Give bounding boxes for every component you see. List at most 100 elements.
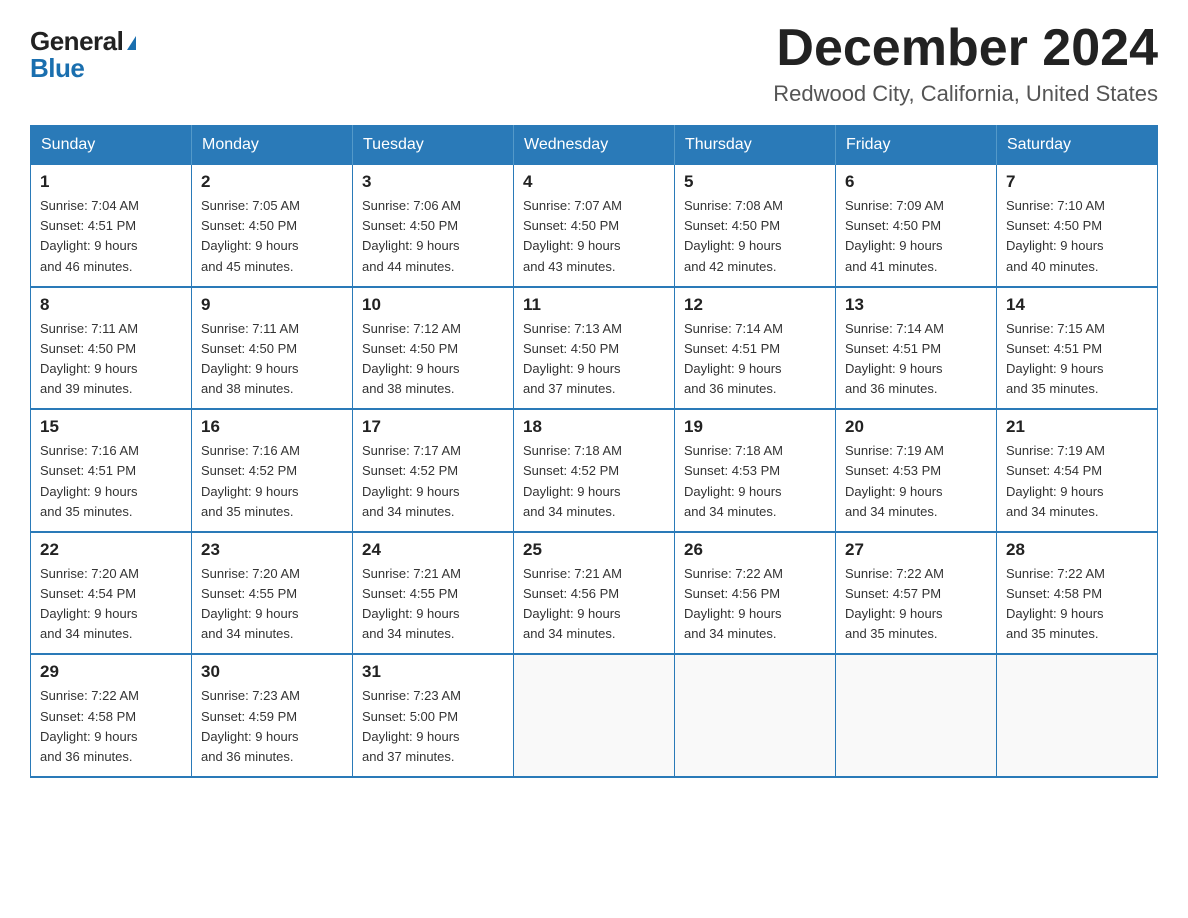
day-number: 2 [201, 172, 343, 192]
day-cell: 10 Sunrise: 7:12 AMSunset: 4:50 PMDayligh… [353, 287, 514, 410]
day-number: 8 [40, 295, 182, 315]
title-area: December 2024 Redwood City, California, … [773, 20, 1158, 107]
day-info: Sunrise: 7:21 AMSunset: 4:55 PMDaylight:… [362, 564, 504, 645]
day-info: Sunrise: 7:17 AMSunset: 4:52 PMDaylight:… [362, 441, 504, 522]
day-info: Sunrise: 7:11 AMSunset: 4:50 PMDaylight:… [201, 319, 343, 400]
day-cell: 6 Sunrise: 7:09 AMSunset: 4:50 PMDaylight… [836, 165, 997, 287]
header-thursday: Thursday [675, 126, 836, 165]
day-number: 11 [523, 295, 665, 315]
day-number: 29 [40, 662, 182, 682]
day-info: Sunrise: 7:16 AMSunset: 4:52 PMDaylight:… [201, 441, 343, 522]
day-info: Sunrise: 7:19 AMSunset: 4:53 PMDaylight:… [845, 441, 987, 522]
day-cell: 2 Sunrise: 7:05 AMSunset: 4:50 PMDaylight… [192, 165, 353, 287]
day-cell: 30 Sunrise: 7:23 AMSunset: 4:59 PMDayligh… [192, 654, 353, 777]
day-cell: 8 Sunrise: 7:11 AMSunset: 4:50 PMDaylight… [31, 287, 192, 410]
day-number: 19 [684, 417, 826, 437]
day-number: 10 [362, 295, 504, 315]
day-cell [997, 654, 1158, 777]
week-row-4: 22 Sunrise: 7:20 AMSunset: 4:54 PMDayligh… [31, 532, 1158, 655]
week-row-5: 29Sunrise: 7:22 AMSunset: 4:58 PMDayligh… [31, 654, 1158, 777]
day-number: 28 [1006, 540, 1148, 560]
day-cell: 3Sunrise: 7:06 AMSunset: 4:50 PMDaylight… [353, 165, 514, 287]
logo-triangle-icon [127, 36, 136, 50]
day-number: 17 [362, 417, 504, 437]
day-number: 6 [845, 172, 987, 192]
day-info: Sunrise: 7:16 AMSunset: 4:51 PMDaylight:… [40, 441, 182, 522]
day-cell: 12Sunrise: 7:14 AMSunset: 4:51 PMDayligh… [675, 287, 836, 410]
day-number: 25 [523, 540, 665, 560]
day-cell: 5Sunrise: 7:08 AMSunset: 4:50 PMDaylight… [675, 165, 836, 287]
day-number: 20 [845, 417, 987, 437]
day-info: Sunrise: 7:22 AMSunset: 4:58 PMDaylight:… [1006, 564, 1148, 645]
day-number: 12 [684, 295, 826, 315]
day-number: 1 [40, 172, 182, 192]
day-info: Sunrise: 7:23 AMSunset: 5:00 PMDaylight:… [362, 686, 504, 767]
day-info: Sunrise: 7:20 AMSunset: 4:54 PMDaylight:… [40, 564, 182, 645]
day-info: Sunrise: 7:23 AMSunset: 4:59 PMDaylight:… [201, 686, 343, 767]
day-number: 21 [1006, 417, 1148, 437]
day-number: 5 [684, 172, 826, 192]
day-info: Sunrise: 7:07 AMSunset: 4:50 PMDaylight:… [523, 196, 665, 277]
day-info: Sunrise: 7:15 AMSunset: 4:51 PMDaylight:… [1006, 319, 1148, 400]
day-number: 3 [362, 172, 504, 192]
day-number: 26 [684, 540, 826, 560]
day-cell: 9 Sunrise: 7:11 AMSunset: 4:50 PMDaylight… [192, 287, 353, 410]
day-cell: 29Sunrise: 7:22 AMSunset: 4:58 PMDayligh… [31, 654, 192, 777]
header-row: SundayMondayTuesdayWednesdayThursdayFrid… [31, 126, 1158, 165]
day-info: Sunrise: 7:18 AMSunset: 4:53 PMDaylight:… [684, 441, 826, 522]
day-number: 7 [1006, 172, 1148, 192]
day-info: Sunrise: 7:12 AMSunset: 4:50 PMDaylight:… [362, 319, 504, 400]
header-sunday: Sunday [31, 126, 192, 165]
day-cell: 15 Sunrise: 7:16 AMSunset: 4:51 PMDayligh… [31, 409, 192, 532]
day-cell: 21 Sunrise: 7:19 AMSunset: 4:54 PMDayligh… [997, 409, 1158, 532]
day-number: 24 [362, 540, 504, 560]
day-cell: 14Sunrise: 7:15 AMSunset: 4:51 PMDayligh… [997, 287, 1158, 410]
day-info: Sunrise: 7:13 AMSunset: 4:50 PMDaylight:… [523, 319, 665, 400]
day-number: 23 [201, 540, 343, 560]
day-info: Sunrise: 7:14 AMSunset: 4:51 PMDaylight:… [845, 319, 987, 400]
day-number: 16 [201, 417, 343, 437]
day-cell: 11 Sunrise: 7:13 AMSunset: 4:50 PMDayligh… [514, 287, 675, 410]
header-saturday: Saturday [997, 126, 1158, 165]
day-info: Sunrise: 7:05 AMSunset: 4:50 PMDaylight:… [201, 196, 343, 277]
day-info: Sunrise: 7:19 AMSunset: 4:54 PMDaylight:… [1006, 441, 1148, 522]
day-cell: 17 Sunrise: 7:17 AMSunset: 4:52 PMDayligh… [353, 409, 514, 532]
day-info: Sunrise: 7:11 AMSunset: 4:50 PMDaylight:… [40, 319, 182, 400]
day-cell: 4Sunrise: 7:07 AMSunset: 4:50 PMDaylight… [514, 165, 675, 287]
header-tuesday: Tuesday [353, 126, 514, 165]
day-cell: 20 Sunrise: 7:19 AMSunset: 4:53 PMDayligh… [836, 409, 997, 532]
day-cell: 28 Sunrise: 7:22 AMSunset: 4:58 PMDayligh… [997, 532, 1158, 655]
day-cell: 22 Sunrise: 7:20 AMSunset: 4:54 PMDayligh… [31, 532, 192, 655]
day-info: Sunrise: 7:09 AMSunset: 4:50 PMDaylight:… [845, 196, 987, 277]
day-info: Sunrise: 7:04 AMSunset: 4:51 PMDaylight:… [40, 196, 182, 277]
day-number: 27 [845, 540, 987, 560]
day-cell: 16 Sunrise: 7:16 AMSunset: 4:52 PMDayligh… [192, 409, 353, 532]
week-row-2: 8 Sunrise: 7:11 AMSunset: 4:50 PMDaylight… [31, 287, 1158, 410]
day-cell: 1 Sunrise: 7:04 AMSunset: 4:51 PMDaylight… [31, 165, 192, 287]
day-cell: 24 Sunrise: 7:21 AMSunset: 4:55 PMDayligh… [353, 532, 514, 655]
day-number: 15 [40, 417, 182, 437]
logo: General Blue [30, 20, 136, 82]
header-wednesday: Wednesday [514, 126, 675, 165]
calendar-body: 1 Sunrise: 7:04 AMSunset: 4:51 PMDaylight… [31, 165, 1158, 777]
day-cell: 27Sunrise: 7:22 AMSunset: 4:57 PMDayligh… [836, 532, 997, 655]
day-info: Sunrise: 7:22 AMSunset: 4:56 PMDaylight:… [684, 564, 826, 645]
logo-line2: Blue [30, 55, 84, 82]
page-header: General Blue December 2024 Redwood City,… [30, 20, 1158, 107]
header-monday: Monday [192, 126, 353, 165]
day-number: 22 [40, 540, 182, 560]
day-info: Sunrise: 7:18 AMSunset: 4:52 PMDaylight:… [523, 441, 665, 522]
calendar-header: SundayMondayTuesdayWednesdayThursdayFrid… [31, 126, 1158, 165]
day-cell: 18Sunrise: 7:18 AMSunset: 4:52 PMDayligh… [514, 409, 675, 532]
day-number: 31 [362, 662, 504, 682]
day-cell [836, 654, 997, 777]
day-number: 30 [201, 662, 343, 682]
day-number: 9 [201, 295, 343, 315]
day-info: Sunrise: 7:21 AMSunset: 4:56 PMDaylight:… [523, 564, 665, 645]
logo-general-text: General [30, 26, 123, 56]
day-number: 13 [845, 295, 987, 315]
header-friday: Friday [836, 126, 997, 165]
day-info: Sunrise: 7:10 AMSunset: 4:50 PMDaylight:… [1006, 196, 1148, 277]
day-cell: 31 Sunrise: 7:23 AMSunset: 5:00 PMDayligh… [353, 654, 514, 777]
day-cell: 13 Sunrise: 7:14 AMSunset: 4:51 PMDayligh… [836, 287, 997, 410]
